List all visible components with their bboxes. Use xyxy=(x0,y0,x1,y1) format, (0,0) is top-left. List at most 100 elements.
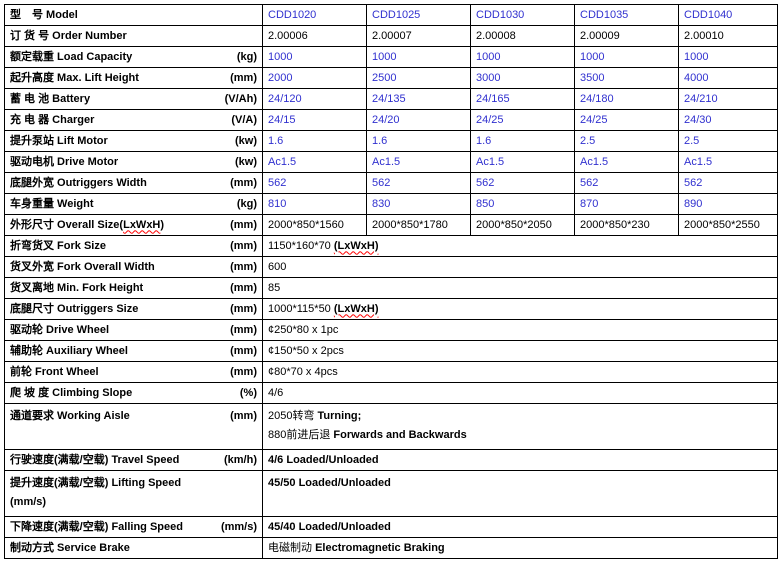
merged-value-line: 45/50 Loaded/Unloaded xyxy=(268,474,772,493)
row-label-text: 提升泵站 Lift Motor xyxy=(10,134,108,149)
model-value: 24/165 xyxy=(476,93,510,105)
model-value-cell: 24/210 xyxy=(679,89,778,110)
row-label-cell: 辅助轮 Auxiliary Wheel(mm) xyxy=(5,341,263,362)
merged-value-line: ¢150*50 x 2pcs xyxy=(268,344,772,359)
merged-value-line: 600 xyxy=(268,260,772,275)
model-value: 2000 xyxy=(268,72,292,84)
merged-value-segment: 45/50 Loaded/Unloaded xyxy=(268,477,391,489)
spec-row: 货叉离地 Min. Fork Height(mm)85 xyxy=(5,278,778,299)
row-label-text: 底腿外宽 Outriggers Width xyxy=(10,176,147,191)
row-label-cell: 爬 坡 度 Climbing Slope(%) xyxy=(5,383,263,404)
spec-row: 前轮 Front Wheel(mm) ¢80*70 x 4pcs xyxy=(5,362,778,383)
merged-value-cell: 600 xyxy=(263,257,778,278)
row-label-segment: 折弯货叉 Fork Size xyxy=(10,240,106,252)
row-label-cell: 蓄 电 池 Battery(V/Ah) xyxy=(5,89,263,110)
model-value: CDD1040 xyxy=(684,9,732,21)
row-label-line: 制动方式 Service Brake xyxy=(10,541,257,556)
unit-label: (mm/s) xyxy=(10,493,257,512)
model-value-cell: 24/25 xyxy=(575,110,679,131)
row-label-line: 提升速度(满载/空载) Lifting Speed xyxy=(10,474,257,493)
merged-value-line: 电磁制动 Electromagnetic Braking xyxy=(268,541,772,556)
merged-value-segment: Forwards and Backwards xyxy=(333,429,466,441)
row-label-cell: 订 货 号 Order Number xyxy=(5,26,263,47)
model-value-cell: 1000 xyxy=(575,47,679,68)
model-value-cell: 2.00010 xyxy=(679,26,778,47)
spellcheck-squiggle-text: LxWxH xyxy=(123,219,160,231)
model-value: 24/25 xyxy=(476,114,504,126)
model-value: CDD1035 xyxy=(580,9,628,21)
model-value: 24/135 xyxy=(372,93,406,105)
merged-value-cell: ¢80*70 x 4pcs xyxy=(263,362,778,383)
row-label-text: 订 货 号 Order Number xyxy=(10,29,127,44)
model-value: 562 xyxy=(372,177,390,189)
model-value: 562 xyxy=(268,177,286,189)
row-label-text: 底腿尺寸 Outriggers Size xyxy=(10,302,138,317)
model-value: 2.00008 xyxy=(476,30,516,42)
model-value: 1000 xyxy=(268,51,292,63)
row-label-cell: 通道要求 Working Aisle(mm) xyxy=(5,404,263,450)
document-page: 型 号 ModelCDD1020CDD1025CDD1030CDD1035CDD… xyxy=(0,0,781,561)
model-value: 3500 xyxy=(580,72,604,84)
spec-row: 底腿尺寸 Outriggers Size(mm)1000*115*50 (LxW… xyxy=(5,299,778,320)
row-label-cell: 折弯货叉 Fork Size (mm) xyxy=(5,236,263,257)
model-value: 2000*850*1560 xyxy=(268,219,344,231)
model-value: CDD1020 xyxy=(268,9,316,21)
merged-value-line: 880前进后退 Forwards and Backwards xyxy=(268,426,772,445)
model-value-cell: 2.00009 xyxy=(575,26,679,47)
row-label-segment: 外形尺寸 Overall Size( xyxy=(10,219,123,231)
spec-row: 行驶速度(满载/空载) Travel Speed(km/h)4/6 Loaded… xyxy=(5,450,778,471)
model-value: 1.6 xyxy=(476,135,491,147)
model-value-cell: 24/25 xyxy=(471,110,575,131)
unit-label: (kg) xyxy=(233,197,257,212)
model-value-cell: 2000*850*1560 xyxy=(263,215,367,236)
row-label-line: 型 号 Model xyxy=(10,8,257,23)
merged-value-segment: 85 xyxy=(268,282,280,294)
merged-value-line: ¢80*70 x 4pcs xyxy=(268,365,772,380)
merged-value-line: 4/6 Loaded/Unloaded xyxy=(268,453,772,468)
merged-value-cell: 1000*115*50 (LxWxH) xyxy=(263,299,778,320)
model-value-cell: 810 xyxy=(263,194,367,215)
model-value-cell: 24/30 xyxy=(679,110,778,131)
spec-row: 充 电 器 Charger(V/A)24/1524/2024/2524/2524… xyxy=(5,110,778,131)
merged-value-cell: 45/40 Loaded/Unloaded xyxy=(263,517,778,538)
model-value-cell: Ac1.5 xyxy=(679,152,778,173)
model-value-cell: Ac1.5 xyxy=(471,152,575,173)
unit-label: (mm) xyxy=(226,71,257,86)
model-value-cell: 24/120 xyxy=(263,89,367,110)
model-value: Ac1.5 xyxy=(476,156,504,168)
unit-label: (mm) xyxy=(226,176,257,191)
unit-label: (V/A) xyxy=(227,113,257,128)
unit-label: (mm) xyxy=(226,407,257,426)
row-label-text: 外形尺寸 Overall Size(LxWxH) xyxy=(10,218,164,233)
model-value-cell: 2000*850*2050 xyxy=(471,215,575,236)
model-value-cell: 2.5 xyxy=(575,131,679,152)
row-label-line: 车身重量 Weight(kg) xyxy=(10,197,257,212)
row-label-text: 蓄 电 池 Battery xyxy=(10,92,90,107)
unit-label: (kw) xyxy=(231,155,257,170)
row-label-cell: 提升泵站 Lift Motor(kw) xyxy=(5,131,263,152)
merged-value-segment: 1000*115*50 xyxy=(268,303,334,315)
spec-row: 提升泵站 Lift Motor(kw)1.61.61.62.52.5 xyxy=(5,131,778,152)
unit-label: (kg) xyxy=(233,50,257,65)
unit-label: (mm) xyxy=(226,239,257,254)
row-label-segment: 驱动电机 Drive Motor xyxy=(10,156,118,168)
model-value: 850 xyxy=(476,198,494,210)
model-value: 1000 xyxy=(372,51,396,63)
row-label-segment: 充 电 器 Charger xyxy=(10,114,94,126)
row-label-cell: 前轮 Front Wheel(mm) xyxy=(5,362,263,383)
row-label-cell: 额定载重 Load Capacity(kg) xyxy=(5,47,263,68)
model-value-cell: 2000*850*2550 xyxy=(679,215,778,236)
model-value-cell: CDD1030 xyxy=(471,5,575,26)
row-label-segment: 驱动轮 Drive Wheel xyxy=(10,324,109,336)
merged-value-cell: ¢250*80 x 1pc xyxy=(263,320,778,341)
spec-table-body: 型 号 ModelCDD1020CDD1025CDD1030CDD1035CDD… xyxy=(5,5,778,559)
row-label-segment: 制动方式 Service Brake xyxy=(10,542,130,554)
model-value: Ac1.5 xyxy=(268,156,296,168)
model-value-cell: 1.6 xyxy=(367,131,471,152)
merged-value-line: 45/40 Loaded/Unloaded xyxy=(268,520,772,535)
row-label-text: 提升速度(满载/空载) Lifting Speed xyxy=(10,474,181,493)
spec-row: 辅助轮 Auxiliary Wheel(mm) ¢150*50 x 2pcs xyxy=(5,341,778,362)
unit-label: (mm) xyxy=(226,323,257,338)
model-value: 2000*850*2050 xyxy=(476,219,552,231)
model-value-cell: Ac1.5 xyxy=(367,152,471,173)
